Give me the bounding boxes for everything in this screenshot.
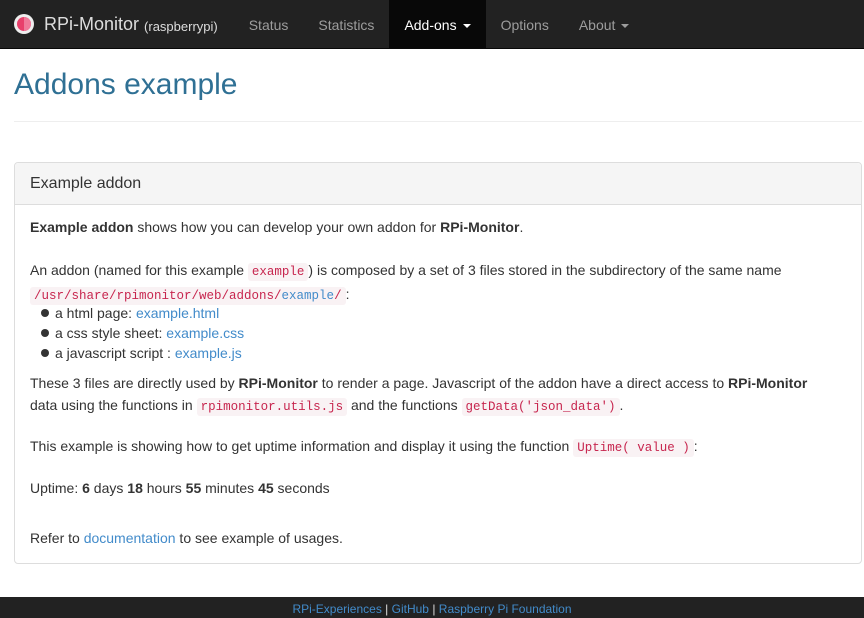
uptime-hours: 18 [127, 480, 143, 496]
refer-paragraph: Refer to documentation to see example of… [30, 528, 850, 549]
uptime-label: Uptime: [30, 480, 83, 496]
usage-paragraph: These 3 files are directly used by RPi-M… [30, 372, 850, 418]
page-title: Addons example [14, 68, 238, 101]
path-link[interactable]: example [282, 289, 335, 303]
code-uptime: Uptime( value ) [573, 439, 694, 457]
file-label: a html page: [55, 305, 136, 321]
addon-paragraph: An addon (named for this example example… [30, 259, 850, 307]
intro-bold-rpimonitor: RPi-Monitor [440, 219, 520, 235]
brand[interactable]: RPi-Monitor (raspberrypi) [0, 0, 234, 48]
navbar: RPi-Monitor (raspberrypi) Status Statist… [0, 0, 864, 49]
rpi-monitor-logo-icon [14, 14, 34, 34]
intro-text-end: . [519, 219, 524, 235]
uptime-hours-unit: hours [142, 480, 186, 496]
path-prefix: /usr/share/rpimonitor/web/addons/ [34, 289, 282, 303]
usage-bold-2: RPi-Monitor [728, 375, 808, 391]
uptime-intro-paragraph: This example is showing how to get uptim… [30, 436, 850, 459]
footer-link-raspberry-pi-foundation[interactable]: Raspberry Pi Foundation [439, 602, 572, 616]
nav-addons[interactable]: Add-ons [389, 0, 486, 49]
brand-title: RPi-Monitor [44, 13, 140, 34]
nav-statistics[interactable]: Statistics [303, 0, 389, 49]
usage-text-4: and the functions [347, 397, 462, 413]
nav-status[interactable]: Status [234, 0, 304, 49]
refer-text-2: to see example of usages. [175, 530, 343, 546]
brand-hostname: (raspberrypi) [144, 19, 218, 34]
link-documentation[interactable]: documentation [84, 530, 176, 546]
caret-down-icon [621, 23, 630, 28]
list-item: a css style sheet: example.css [15, 323, 835, 343]
uptime-intro-text-2: : [693, 438, 698, 454]
uptime-days: 6 [82, 480, 90, 496]
nav-statistics-label: Statistics [318, 16, 375, 33]
nav-status-label: Status [248, 16, 289, 33]
nav-options[interactable]: Options [486, 0, 564, 49]
addon-text-3: : [345, 286, 350, 302]
uptime-intro-text: This example is showing how to get uptim… [30, 438, 574, 454]
footer-separator: | [428, 602, 439, 616]
usage-bold-1: RPi-Monitor [238, 375, 318, 391]
footer: RPi-Experiences | GitHub | Raspberry Pi … [0, 597, 864, 618]
files-list: a html page: example.html a css style sh… [15, 303, 835, 363]
nav-options-label: Options [500, 16, 549, 33]
uptime-days-unit: days [89, 480, 128, 496]
intro-bold: Example addon [30, 219, 134, 235]
addon-text-2: ) is composed by a set of 3 files stored… [308, 262, 782, 278]
panel-heading: Example addon [15, 163, 861, 205]
usage-text-3: data using the functions in [30, 397, 197, 413]
usage-text: These 3 files are directly used by [30, 375, 239, 391]
addon-text: An addon (named for this example [30, 262, 248, 278]
example-addon-panel: Example addon Example addon shows how yo… [14, 162, 862, 564]
file-label: a javascript script : [55, 345, 175, 361]
refer-text: Refer to [30, 530, 84, 546]
footer-separator: | [381, 602, 392, 616]
code-rpimonitor-utils: rpimonitor.utils.js [196, 398, 348, 416]
list-item: a javascript script : example.js [15, 343, 835, 363]
footer-link-github[interactable]: GitHub [392, 602, 429, 616]
list-item: a html page: example.html [15, 303, 835, 323]
nav-addons-label: Add-ons [404, 16, 457, 33]
link-example-css[interactable]: example.css [166, 325, 244, 341]
usage-text-2: to render a page. Javascript of the addo… [317, 375, 729, 391]
uptime-seconds: 45 [258, 480, 274, 496]
divider [14, 121, 862, 122]
uptime-seconds-unit: seconds [273, 480, 330, 496]
uptime-value: Uptime: 6 days 18 hours 55 minutes 45 se… [30, 478, 850, 499]
link-example-js[interactable]: example.js [175, 345, 242, 361]
caret-down-icon [462, 23, 471, 28]
intro-paragraph: Example addon shows how you can develop … [30, 217, 850, 238]
nav-about[interactable]: About [564, 0, 645, 49]
link-example-html[interactable]: example.html [136, 305, 219, 321]
nav-about-label: About [578, 16, 616, 33]
code-example: example [247, 263, 309, 281]
usage-text-5: . [619, 397, 624, 413]
path-suffix: / [334, 289, 342, 303]
code-getdata: getData('json_data') [461, 398, 620, 416]
uptime-minutes-unit: minutes [201, 480, 259, 496]
intro-text: shows how you can develop your own addon… [133, 219, 441, 235]
uptime-minutes: 55 [185, 480, 202, 496]
file-label: a css style sheet: [55, 325, 167, 341]
footer-link-rpi-experiences[interactable]: RPi-Experiences [292, 602, 381, 616]
